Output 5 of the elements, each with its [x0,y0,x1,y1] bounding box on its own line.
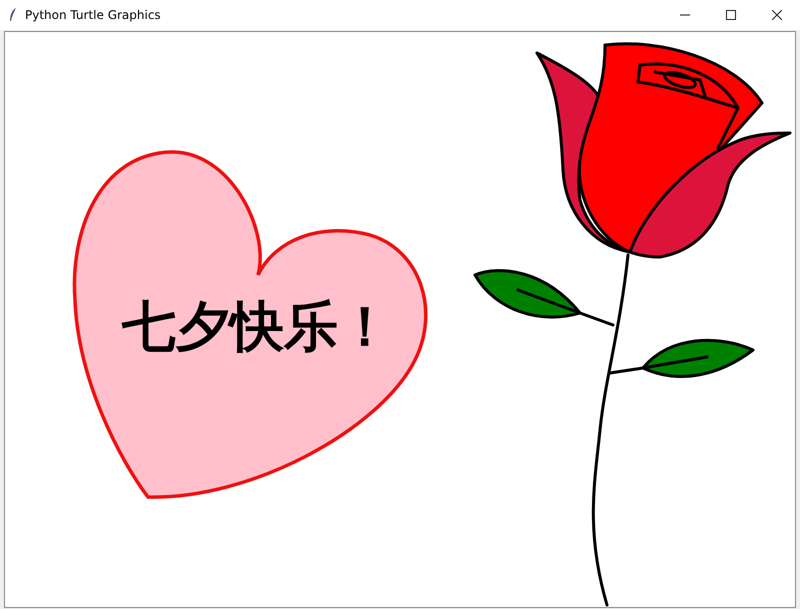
window-title: Python Turtle Graphics [25,8,161,22]
close-icon [772,10,782,20]
maximize-icon [726,10,736,20]
feather-icon [9,8,17,22]
greeting-text: 七夕快乐！ [122,295,392,358]
